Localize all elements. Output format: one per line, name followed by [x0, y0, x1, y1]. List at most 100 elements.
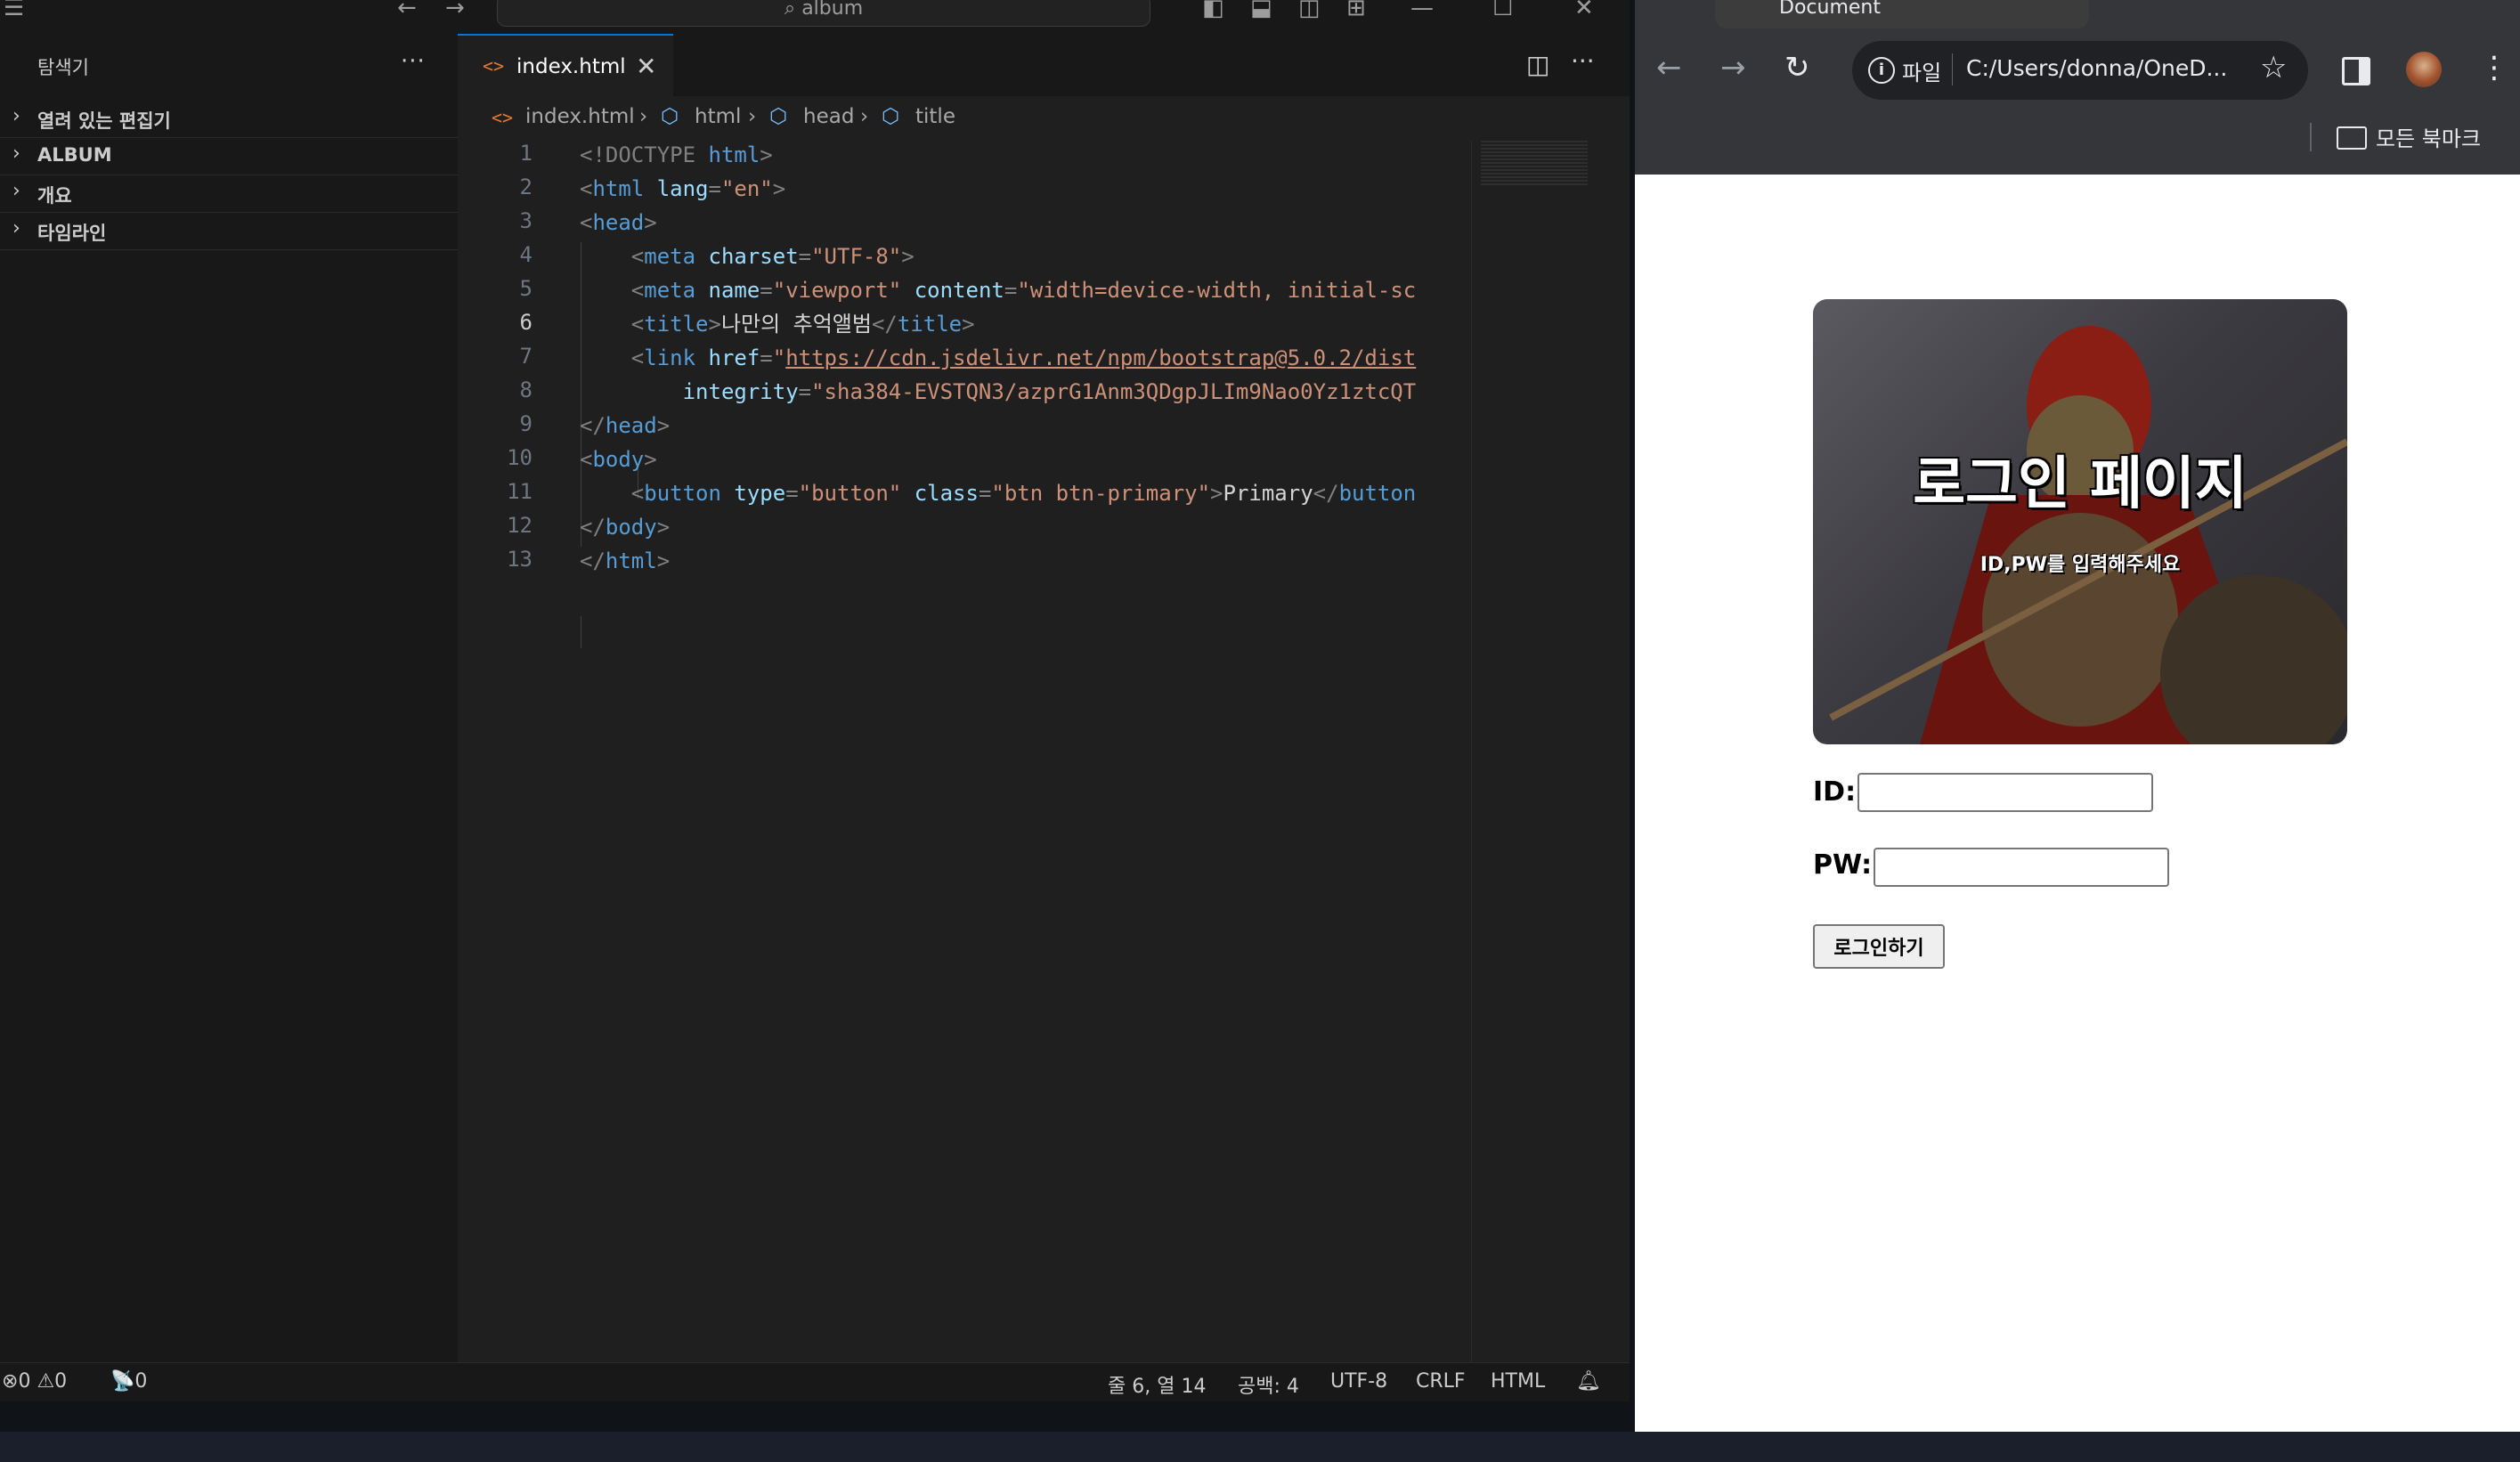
site-scheme-label[interactable]: 파일 [1902, 55, 1941, 86]
code-token: < [580, 481, 645, 506]
minimap[interactable] [1471, 141, 1623, 1362]
breadcrumb-item-head[interactable]: head [803, 105, 854, 128]
line-number: 2 [519, 175, 532, 199]
code-token: = [760, 345, 773, 370]
forward-arrow-icon[interactable]: → [1720, 50, 1746, 85]
section-timeline[interactable]: › 타임라인 [0, 212, 458, 250]
line-number: 12 [507, 513, 532, 538]
notifications-bell-icon[interactable]: 🔔︎ [1576, 1370, 1601, 1393]
eol-setting[interactable]: CRLF [1416, 1370, 1466, 1393]
reload-icon[interactable]: ↻ [1784, 50, 1810, 85]
section-label: ALBUM [37, 144, 112, 166]
side-panel-icon[interactable] [2342, 57, 2370, 85]
maximize-icon[interactable]: ☐ [1492, 0, 1513, 20]
spartan-warrior-illustration [1829, 326, 2347, 744]
code-token: "en" [720, 176, 773, 201]
address-bar[interactable]: i 파일 C:/Users/donna/OneD... ☆ [1852, 41, 2308, 100]
code-line: <link href="https://cdn.jsdelivr.net/npm… [580, 342, 1488, 374]
code-token: 나만의 추억앨범 [720, 312, 872, 337]
split-editor-icon[interactable]: ◫ [1526, 50, 1549, 79]
breadcrumb-item-file[interactable]: index.html [525, 105, 635, 128]
error-count: 0 [18, 1370, 31, 1393]
tab-label: index.html [516, 55, 626, 78]
bookmark-divider [2310, 123, 2312, 151]
language-mode[interactable]: HTML [1491, 1370, 1545, 1393]
forward-arrow-icon[interactable]: → [445, 0, 465, 20]
encoding-setting[interactable]: UTF-8 [1330, 1370, 1387, 1393]
url-text[interactable]: C:/Users/donna/OneD... [1966, 55, 2227, 81]
profile-avatar[interactable] [2406, 52, 2442, 87]
code-line: </html> [580, 545, 1488, 577]
minimize-icon[interactable]: — [1410, 0, 1434, 20]
customize-layout-icon[interactable]: ⊞ [1346, 0, 1366, 20]
back-arrow-icon[interactable]: ← [1656, 50, 1682, 85]
warning-icon: ⚠ [37, 1370, 55, 1393]
info-icon[interactable]: i [1868, 57, 1895, 84]
line-number: 5 [519, 276, 532, 301]
code-token: > [1210, 481, 1223, 506]
windows-taskbar [0, 1432, 2520, 1462]
code-editor[interactable]: 1 2 3 4 5 6 7 8 9 10 11 12 13 <!DOCTYPE html> <html l… [458, 141, 1630, 1362]
status-bar: ⊗0 ⚠0 📡0 줄 6, 열 14 공백: 4 UTF-8 CRLF HTML… [0, 1362, 1630, 1401]
toggle-secondary-sidebar-icon[interactable]: ◫ [1298, 0, 1321, 20]
vscode-window: ☰ ← → ⌕ album ◧ ⬓ ◫ ⊞ — ☐ ✕ 탐색기 ··· › 열려… [0, 0, 1630, 1401]
close-window-icon[interactable]: ✕ [1574, 0, 1594, 20]
broadcast-icon: 📡 [110, 1370, 135, 1393]
browser-tab[interactable]: Document [1715, 0, 2089, 28]
code-token: > [644, 447, 657, 472]
code-token: "UTF-8" [811, 244, 902, 269]
code-line: <title>나만의 추억앨범</title> [580, 308, 1488, 340]
code-token: meta [644, 244, 696, 269]
code-token: "btn btn-primary" [991, 481, 1211, 506]
line-number: 11 [507, 479, 532, 504]
section-outline[interactable]: › 개요 [0, 175, 458, 213]
code-token: > [962, 312, 975, 337]
editor-more-actions-icon[interactable]: ··· [1571, 46, 1595, 76]
html-file-icon: <> [483, 55, 505, 77]
section-open-editors[interactable]: › 열려 있는 편집기 [0, 100, 458, 138]
id-input[interactable] [1857, 773, 2153, 812]
code-token: meta [644, 278, 696, 303]
all-bookmarks-button[interactable]: 모든 북마크 [2376, 121, 2481, 152]
code-token: > [708, 312, 721, 337]
cursor-position[interactable]: 줄 6, 열 14 [1108, 1370, 1206, 1399]
command-center-search[interactable]: ⌕ album [497, 0, 1150, 27]
close-tab-icon[interactable]: ✕ [636, 52, 656, 81]
element-cube-icon: ⬡ [769, 105, 788, 128]
toggle-primary-sidebar-icon[interactable]: ◧ [1202, 0, 1224, 20]
login-button[interactable]: 로그인하기 [1813, 924, 1945, 969]
error-icon: ⊗ [2, 1370, 19, 1393]
indentation-setting[interactable]: 공백: 4 [1238, 1370, 1299, 1399]
code-token: > [656, 413, 671, 438]
code-token: < [580, 244, 645, 269]
code-token: "width=device-width, initial-sc [1017, 278, 1417, 303]
chrome-menu-icon[interactable]: ⋮ [2479, 50, 2509, 85]
back-arrow-icon[interactable]: ← [397, 0, 417, 20]
id-label: ID: [1813, 776, 1857, 808]
menu-icon[interactable]: ☰ [4, 0, 24, 20]
breadcrumb-item-title[interactable]: title [915, 105, 955, 128]
hero-image-spartan: 로그인 페이지 ID,PW를 입력해주세요 [1813, 299, 2347, 744]
pw-input[interactable] [1874, 848, 2169, 887]
bookmark-star-icon[interactable]: ☆ [2260, 50, 2287, 85]
line-number: 9 [519, 411, 532, 436]
ports-indicator[interactable]: 📡0 [110, 1370, 147, 1393]
breadcrumb-item-html[interactable]: html [695, 105, 741, 128]
explorer-title: 탐색기 [37, 57, 89, 78]
chevron-right-icon: › [12, 142, 20, 165]
problems-indicator[interactable]: ⊗0 ⚠0 [2, 1370, 67, 1393]
code-token: content [914, 278, 1004, 303]
toggle-panel-icon[interactable]: ⬓ [1250, 0, 1272, 20]
explorer-more-icon[interactable]: ··· [401, 48, 426, 75]
chrome-window: Document ← → ↻ i 파일 C:/Users/donna/OneD.… [1635, 0, 2520, 1432]
code-token: html [605, 548, 657, 573]
section-album-folder[interactable]: › ALBUM [0, 137, 458, 175]
tab-index-html[interactable]: <> index.html ✕ [458, 34, 673, 98]
code-token: > [644, 210, 657, 235]
web-page: 로그인 페이지 ID,PW를 입력해주세요 ID: PW: 로그인하기 [1635, 175, 2520, 1432]
section-label: 개요 [37, 185, 72, 207]
